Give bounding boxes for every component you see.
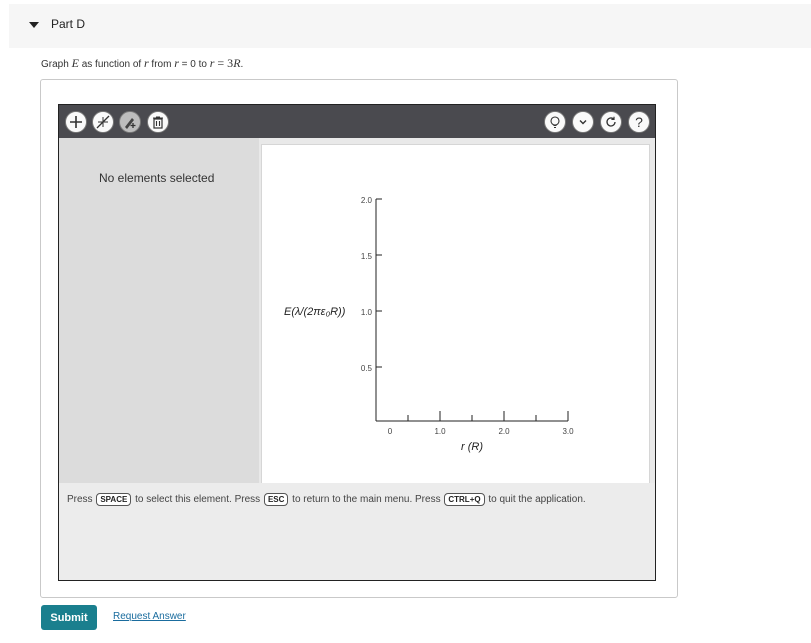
graph-canvas[interactable]: 2.0 1.5 1.0 0.5 0 1.0 2.0 3.0 E(λ/(2πε₀R… (262, 145, 649, 483)
no-selection-label: No elements selected (99, 171, 215, 185)
part-header[interactable]: Part D (9, 4, 811, 48)
help-area: Press SPACE to select this element. Pres… (59, 483, 655, 580)
key-esc: ESC (263, 493, 289, 506)
add-icon[interactable] (65, 111, 87, 133)
help-icon[interactable]: ? (628, 111, 650, 133)
selection-panel: No elements selected (59, 138, 259, 483)
part-title: Part D (51, 17, 86, 31)
x-tick-label: 2.0 (498, 427, 510, 436)
y-tick-label: 2.0 (361, 196, 373, 205)
x-tick-label: 3.0 (562, 427, 574, 436)
y-tick-label: 0.5 (361, 364, 373, 373)
keyboard-help: Press SPACE to select this element. Pres… (67, 493, 586, 506)
x-tick-label: 1.0 (434, 427, 446, 436)
instruction-text: Graph E as function of r from r = 0 to r… (41, 56, 244, 70)
hint-lightbulb-icon[interactable] (544, 111, 566, 133)
request-answer-link[interactable]: Request Answer (113, 611, 186, 622)
graphing-tool[interactable]: ? No elements selected 2.0 1.5 1.0 0.5 0… (58, 104, 656, 581)
key-space: SPACE (96, 493, 132, 506)
dropdown-icon[interactable] (572, 111, 594, 133)
svg-text:?: ? (635, 115, 643, 129)
x-tick-label: 0 (388, 427, 393, 436)
y-tick-label: 1.0 (361, 308, 373, 317)
trash-icon[interactable] (147, 111, 169, 133)
key-ctrl-q: CTRL+Q (444, 493, 485, 506)
line-tool-icon[interactable] (92, 111, 114, 133)
toolbar: ? (59, 105, 655, 138)
point-tool-icon[interactable] (119, 111, 141, 133)
submit-button[interactable]: Submit (41, 605, 97, 630)
y-axis-label: E(λ/(2πε₀R)) (284, 306, 346, 318)
collapse-caret-icon[interactable] (29, 22, 39, 28)
y-tick-label: 1.5 (361, 252, 373, 261)
reset-icon[interactable] (600, 111, 622, 133)
x-axis-label: r (R) (461, 441, 483, 453)
